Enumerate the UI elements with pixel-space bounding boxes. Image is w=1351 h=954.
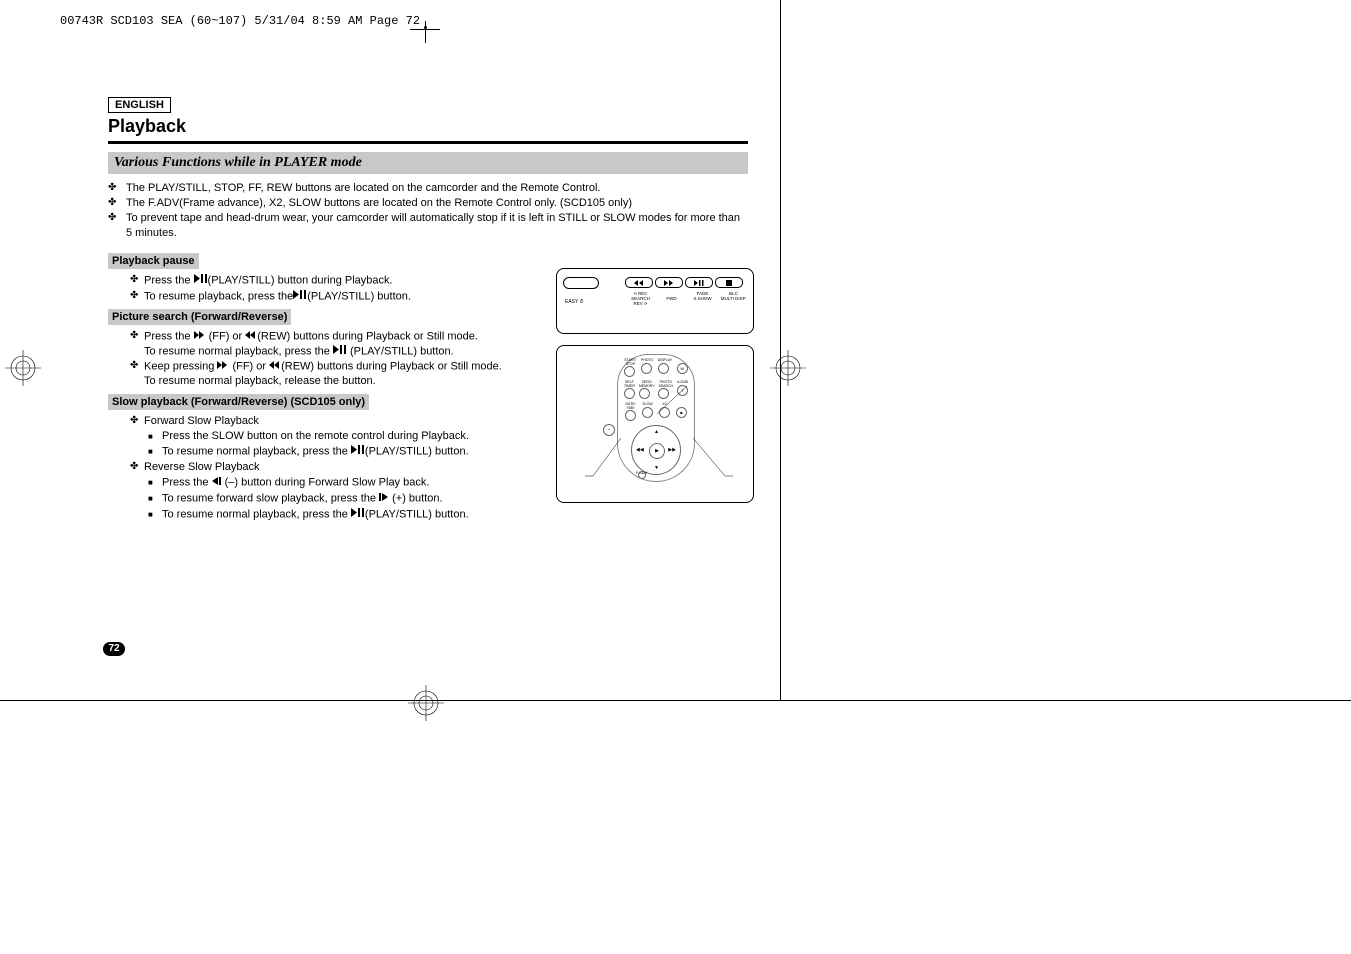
btn-label: FADE S.SHOW	[687, 292, 718, 307]
stop-button	[715, 277, 743, 288]
play-pause-icon	[351, 507, 365, 522]
play-pause-icon	[351, 444, 365, 459]
step-fwd-icon	[379, 491, 389, 506]
ff-button	[655, 277, 683, 288]
easy-button-outline	[563, 277, 599, 289]
list-item: To resume normal playback, press the (PL…	[148, 507, 748, 523]
section-search-head: Picture search (Forward/Reverse)	[108, 309, 291, 325]
step-back-icon	[212, 475, 222, 490]
label-row: ⟲ REC SEARCH REV ⟳ FWD FADE S.SHOW BLC M…	[625, 292, 749, 307]
rew-button	[625, 277, 653, 288]
rew-icon	[269, 359, 281, 374]
section-slow-head: Slow playback (Forward/Reverse) (SCD105 …	[108, 394, 369, 410]
play-pause-icon	[194, 273, 208, 288]
horizontal-divider	[0, 700, 1351, 701]
crop-mark-center	[408, 685, 444, 726]
crop-mark-left	[5, 350, 41, 386]
button-row	[625, 277, 743, 288]
vertical-divider	[780, 0, 781, 700]
page-number: 72	[103, 642, 125, 656]
language-badge: ENGLISH	[108, 97, 171, 113]
play-pause-icon	[333, 344, 347, 359]
ff-icon	[194, 329, 206, 344]
crop-mark-right	[770, 350, 806, 386]
btn-label: FWD	[656, 292, 687, 307]
section-pause-head: Playback pause	[108, 253, 199, 269]
intro-item: To prevent tape and head-drum wear, your…	[108, 211, 748, 241]
title-rule	[108, 141, 748, 144]
timer-icon: ⏱	[580, 299, 584, 305]
rew-icon	[245, 329, 257, 344]
leader-lines	[557, 346, 755, 504]
crop-mark-top	[410, 14, 440, 44]
btn-label: BLC MULTI DISP.	[718, 292, 749, 307]
intro-item: The PLAY/STILL, STOP, FF, REW buttons ar…	[108, 181, 748, 196]
subtitle-bar: Various Functions while in PLAYER mode	[108, 152, 748, 174]
print-header: 00743R SCD103 SEA (60~107) 5/31/04 8:59 …	[60, 14, 420, 28]
intro-item: The F.ADV(Frame advance), X2, SLOW butto…	[108, 196, 748, 211]
btn-label: ⟲ REC SEARCH REV ⟳	[625, 292, 656, 307]
page-title: Playback	[108, 116, 748, 137]
ff-icon	[217, 359, 229, 374]
remote-diagram: START/ STOP PHOTO DISPLAY W SELF TIMER Z…	[556, 345, 754, 503]
easy-label: EASY ⏱	[565, 299, 584, 305]
play-pause-icon	[293, 289, 307, 304]
camcorder-panel-diagram: EASY ⏱ ⟲ REC SEARCH REV ⟳ FWD FADE S.SHO…	[556, 268, 754, 334]
intro-list: The PLAY/STILL, STOP, FF, REW buttons ar…	[108, 181, 748, 240]
play-pause-button	[685, 277, 713, 288]
